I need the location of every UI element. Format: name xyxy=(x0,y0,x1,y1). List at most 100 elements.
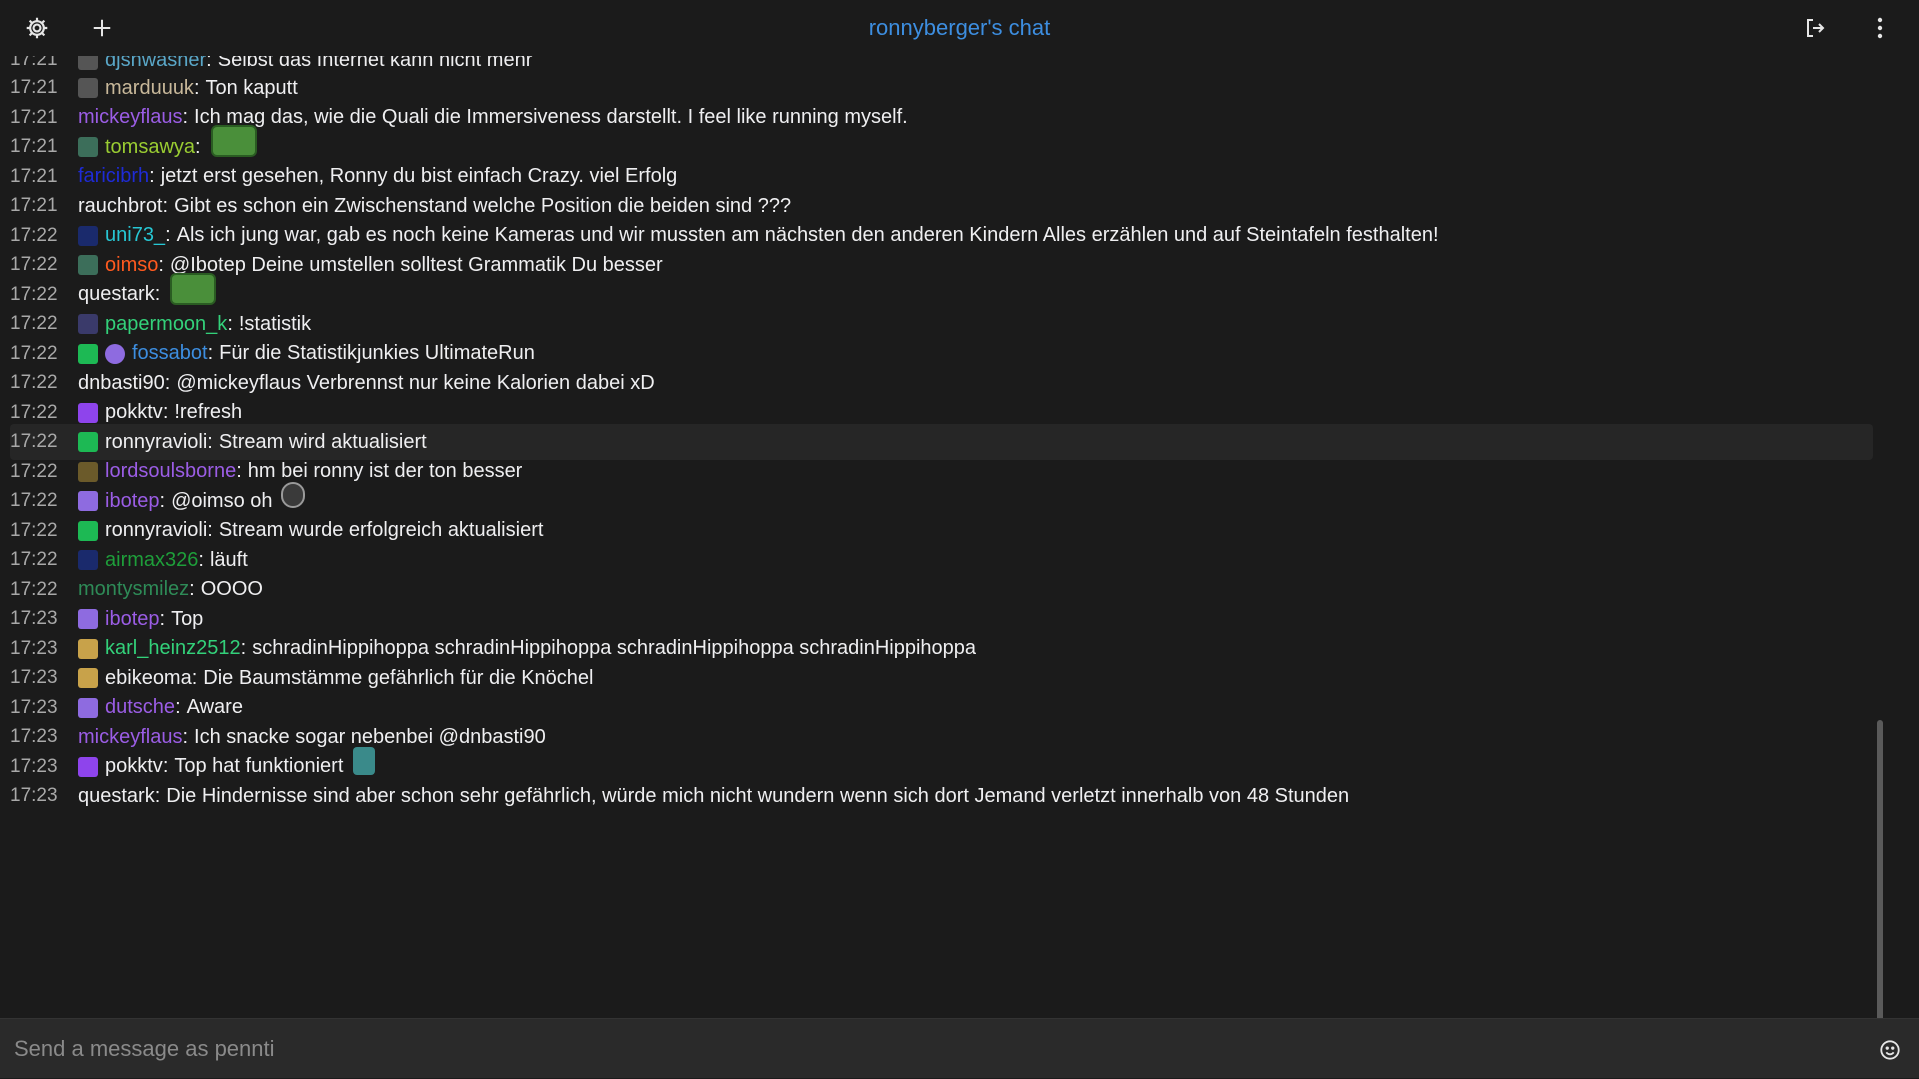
gear-icon[interactable] xyxy=(19,10,55,46)
message-timestamp: 17:22 xyxy=(10,431,58,452)
message-text: Als ich jung war, gab es noch keine Kame… xyxy=(176,224,1439,246)
message-timestamp: 17:22 xyxy=(10,254,58,275)
message-text: OOOO xyxy=(200,578,263,600)
message-text: schradinHippihoppa schradinHippihoppa sc… xyxy=(252,637,977,659)
user-badge-icon xyxy=(78,56,98,70)
chat-username[interactable]: questark xyxy=(78,283,155,306)
user-badge-icon xyxy=(78,461,98,482)
message-text: !statistik xyxy=(238,312,312,335)
user-badge-icon xyxy=(78,609,98,629)
message-text: @oimso oh xyxy=(171,489,273,512)
message-text: Für die Statistikjunkies UltimateRun xyxy=(219,342,535,364)
message-timestamp: 17:22 xyxy=(10,460,58,482)
logout-icon[interactable] xyxy=(1797,10,1833,46)
emote-icon xyxy=(210,125,257,157)
user-badge-icon xyxy=(78,402,98,423)
chat-username[interactable]: ebikeoma xyxy=(105,667,192,690)
page-title: ronnyberger's chat xyxy=(868,15,1051,40)
chat-username[interactable]: ronnyravioli xyxy=(105,519,207,542)
user-badge-icon xyxy=(78,550,98,570)
more-vertical-icon[interactable] xyxy=(1862,10,1898,46)
chat-username[interactable]: tomsawya xyxy=(105,136,195,159)
chat-username[interactable]: faricibrh xyxy=(78,165,149,188)
message-timestamp: 17:22 xyxy=(10,578,58,600)
chat-username[interactable]: montysmilez xyxy=(78,578,189,601)
message-timestamp: 17:22 xyxy=(10,283,58,305)
user-badge-icon xyxy=(78,78,98,98)
message-text: @mickeyflaus Verbrennst nur keine Kalori… xyxy=(176,371,655,394)
chat-messages[interactable]: 17:21 djshwasher : Selbst das Internet k… xyxy=(0,56,1919,1018)
chat-username[interactable]: pokktv xyxy=(105,401,163,424)
chat-username[interactable]: airmax326 xyxy=(105,549,198,572)
message-input-bar xyxy=(0,1018,1919,1079)
scrollbar[interactable] xyxy=(1877,720,1883,1018)
message-timestamp: 17:23 xyxy=(10,726,58,747)
chat-username[interactable]: papermoon_k xyxy=(105,313,227,336)
message-timestamp: 17:22 xyxy=(10,224,58,246)
message-text: läuft xyxy=(209,548,248,571)
message-timestamp: 17:23 xyxy=(10,785,58,806)
message-text: Top xyxy=(171,607,204,630)
message-text: @Ibotep Deine umstellen solltest Grammat… xyxy=(169,253,663,276)
plus-icon[interactable] xyxy=(84,10,120,46)
message-text: Ich mag das, wie die Quali die Immersive… xyxy=(194,106,908,128)
verified-badge-icon xyxy=(105,343,125,364)
user-badge-icon xyxy=(78,343,98,364)
message-input[interactable] xyxy=(0,1019,1860,1079)
message-timestamp: 17:21 xyxy=(10,136,58,157)
chat-username[interactable]: dnbasti90 xyxy=(78,372,165,395)
message-timestamp: 17:23 xyxy=(10,755,58,777)
chat-username[interactable]: fossabot xyxy=(132,342,208,365)
message-text: Die Baumstämme gefährlich für die Knöche… xyxy=(203,666,594,689)
chat-username[interactable]: lordsoulsborne xyxy=(105,460,236,483)
chat-username[interactable]: ibotep xyxy=(105,490,160,513)
user-badge-icon xyxy=(78,697,98,718)
message-timestamp: 17:23 xyxy=(10,667,58,688)
user-badge-icon xyxy=(78,491,98,511)
message-text: Top hat funktioniert xyxy=(174,755,344,777)
emote-sm-icon xyxy=(280,482,305,508)
message-timestamp: 17:22 xyxy=(10,342,58,364)
chat-username[interactable]: mickeyflaus xyxy=(78,726,182,749)
message-timestamp: 17:21 xyxy=(10,77,58,98)
message-text: !refresh xyxy=(174,401,243,423)
chat-username[interactable]: uni73_ xyxy=(105,224,165,247)
chat-username[interactable]: pokktv xyxy=(105,755,163,778)
message-timestamp: 17:23 xyxy=(10,696,58,718)
chat-username[interactable]: marduuuk xyxy=(105,77,194,100)
chat-username[interactable]: karl_heinz2512 xyxy=(105,637,241,660)
message-timestamp: 17:22 xyxy=(10,401,58,423)
message-text: Stream wird aktualisiert xyxy=(218,430,427,453)
user-badge-icon xyxy=(78,638,98,659)
user-badge-icon xyxy=(78,432,98,452)
message-timestamp: 17:22 xyxy=(10,313,58,334)
user-badge-icon xyxy=(78,255,98,275)
message-timestamp: 17:22 xyxy=(10,372,58,393)
user-badge-icon xyxy=(78,314,98,334)
message-text: Ich snacke sogar nebenbei @dnbasti90 xyxy=(194,725,546,748)
message-timestamp: 17:22 xyxy=(10,490,58,511)
message-timestamp: 17:21 xyxy=(10,106,58,128)
message-text: jetzt erst gesehen, Ronny du bist einfac… xyxy=(160,165,678,187)
message-timestamp: 17:23 xyxy=(10,608,58,629)
user-badge-icon xyxy=(78,225,98,246)
user-badge-icon xyxy=(78,520,98,541)
message-text: Stream wurde erfolgreich aktualisiert xyxy=(218,519,544,541)
chat-header: ronnyberger's chat xyxy=(0,0,1919,56)
chat-username[interactable]: oimso xyxy=(105,254,158,277)
chat-username[interactable]: ibotep xyxy=(105,608,160,631)
message-timestamp: 17:21 xyxy=(10,56,58,70)
message-timestamp: 17:22 xyxy=(10,549,58,570)
chat-username[interactable]: ronnyravioli xyxy=(105,431,207,454)
chat-username[interactable]: rauchbrot xyxy=(78,195,163,218)
message-text: hm bei ronny ist der ton besser xyxy=(247,460,523,482)
user-badge-icon xyxy=(78,137,98,157)
message-text: Die Hindernisse sind aber schon sehr gef… xyxy=(166,784,1350,807)
chat-username[interactable]: dutsche xyxy=(105,696,175,719)
emoji-icon[interactable] xyxy=(1879,1039,1901,1061)
message-text: Ton kaputt xyxy=(205,76,298,99)
chat-message: 17:23 questark: Die Hindernisse sind aber … xyxy=(10,784,1350,808)
message-timestamp: 17:21 xyxy=(10,165,58,187)
chat-username[interactable]: mickeyflaus xyxy=(78,106,182,129)
chat-username[interactable]: questark xyxy=(78,785,155,808)
